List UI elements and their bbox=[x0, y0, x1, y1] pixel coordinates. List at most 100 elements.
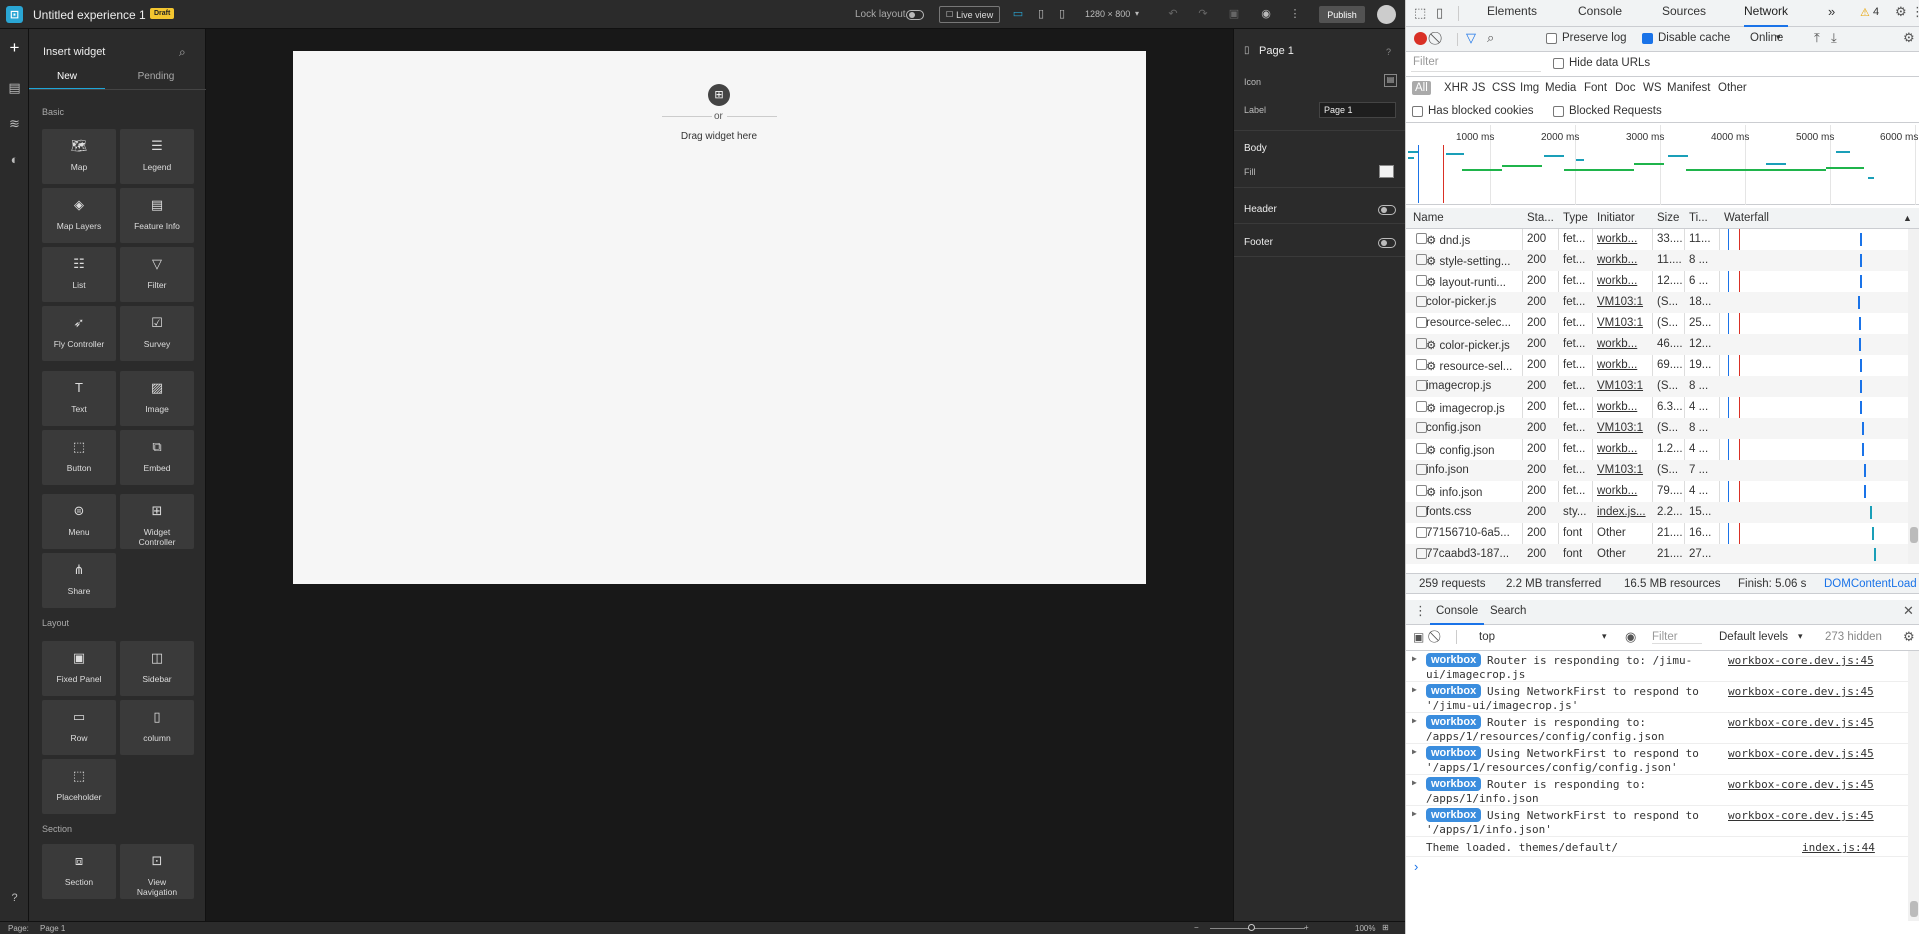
footer-toggle[interactable] bbox=[1378, 238, 1396, 248]
cell-initiator[interactable]: Other bbox=[1597, 548, 1651, 560]
col-size[interactable]: Size bbox=[1657, 212, 1679, 224]
more-icon[interactable]: ⋮ bbox=[1288, 7, 1302, 21]
widget-fly-controller[interactable]: ➶ Fly Controller bbox=[42, 306, 116, 361]
zoom-slider[interactable] bbox=[1210, 928, 1305, 929]
table-row[interactable]: ⚙ info.json 200 fet... workb... 79.... 4 ... bbox=[1406, 481, 1908, 502]
type-filter-css[interactable]: CSS bbox=[1492, 82, 1516, 94]
console-source-link[interactable]: workbox-core.dev.js:45 bbox=[1728, 778, 1874, 791]
col-status[interactable]: Sta... bbox=[1527, 212, 1554, 224]
console-message[interactable]: ▶ workbox Using NetworkFirst to respond to… bbox=[1406, 744, 1908, 775]
widget-text[interactable]: T Text bbox=[42, 371, 116, 426]
cell-initiator[interactable]: index.js... bbox=[1597, 506, 1651, 518]
tab-network[interactable]: Network bbox=[1744, 0, 1789, 27]
table-row[interactable]: 77caabd3-187... 200 font Other 21.... 27... bbox=[1406, 544, 1908, 564]
widget-image[interactable]: ▨ Image bbox=[120, 371, 194, 426]
zoom-in-icon[interactable]: + bbox=[1304, 923, 1309, 932]
console-scrollbar[interactable] bbox=[1908, 651, 1919, 921]
table-row[interactable]: color-picker.js 200 fet... VM103:1 (S... 18..… bbox=[1406, 292, 1908, 313]
table-row[interactable]: 77156710-6a5... 200 font Other 21.... 16... bbox=[1406, 523, 1908, 544]
cell-initiator[interactable]: workb... bbox=[1597, 485, 1651, 497]
console-source-link[interactable]: workbox-core.dev.js:45 bbox=[1728, 685, 1874, 698]
console-message[interactable]: ▶ workbox Router is responding to: /apps/1… bbox=[1406, 775, 1908, 806]
expand-arrow-icon[interactable]: ▶ bbox=[1412, 778, 1417, 787]
table-row[interactable]: ⚙ resource-sel... 200 fet... workb... 69....… bbox=[1406, 355, 1908, 376]
widget-list[interactable]: ☷ List bbox=[42, 247, 116, 302]
cell-initiator[interactable]: VM103:1 bbox=[1597, 464, 1651, 476]
desktop-icon[interactable]: ▭ bbox=[1011, 7, 1025, 21]
page-canvas[interactable]: ⊞ or Drag widget here bbox=[293, 51, 1146, 584]
console-message[interactable]: ▶ workbox Router is responding to: /apps/1… bbox=[1406, 713, 1908, 744]
cell-initiator[interactable]: workb... bbox=[1597, 254, 1651, 266]
col-initiator[interactable]: Initiator bbox=[1597, 212, 1635, 224]
table-row[interactable]: config.json 200 fet... VM103:1 (S... 8 ... bbox=[1406, 418, 1908, 439]
type-filter-doc[interactable]: Doc bbox=[1615, 82, 1635, 94]
console-source-link[interactable]: workbox-core.dev.js:45 bbox=[1728, 809, 1874, 822]
col-type[interactable]: Type bbox=[1563, 212, 1588, 224]
has-blocked-cookies-checkbox[interactable] bbox=[1412, 106, 1423, 117]
warning-icon[interactable]: ⚠ bbox=[1860, 6, 1870, 19]
data-icon[interactable]: ≋ bbox=[4, 113, 25, 134]
cell-initiator[interactable]: workb... bbox=[1597, 359, 1651, 371]
table-row[interactable]: ⚙ color-picker.js 200 fet... workb... 46....… bbox=[1406, 334, 1908, 355]
expand-arrow-icon[interactable]: ▶ bbox=[1412, 685, 1417, 694]
cell-initiator[interactable]: workb... bbox=[1597, 275, 1651, 287]
preview-icon[interactable]: ◉ bbox=[1259, 7, 1273, 21]
blocked-requests-checkbox[interactable] bbox=[1553, 106, 1564, 117]
more-options-icon[interactable]: ⋮ bbox=[1911, 4, 1919, 20]
type-filter-ws[interactable]: WS bbox=[1643, 82, 1662, 94]
type-filter-xhr[interactable]: XHR bbox=[1444, 82, 1468, 94]
widget-placeholder[interactable]: ⬚ Placeholder bbox=[42, 759, 116, 814]
hide-data-urls-checkbox[interactable] bbox=[1553, 58, 1564, 69]
insert-plus-icon[interactable]: + bbox=[4, 37, 25, 58]
cell-initiator[interactable]: VM103:1 bbox=[1597, 422, 1651, 434]
expand-arrow-icon[interactable]: ▶ bbox=[1412, 716, 1417, 725]
cell-initiator[interactable]: workb... bbox=[1597, 443, 1651, 455]
widget-survey[interactable]: ☑ Survey bbox=[120, 306, 194, 361]
header-toggle[interactable] bbox=[1378, 205, 1396, 215]
insert-widget-icon[interactable]: ⊞ bbox=[708, 84, 730, 106]
table-row[interactable]: ⚙ style-setting... 200 fet... workb... 11...… bbox=[1406, 250, 1908, 271]
table-row[interactable]: ⚙ config.json 200 fet... workb... 1.2... 4 ..… bbox=[1406, 439, 1908, 460]
disable-cache-checkbox[interactable] bbox=[1642, 33, 1653, 44]
undo-icon[interactable]: ↶ bbox=[1166, 7, 1180, 21]
widget-widget-controller[interactable]: ⊞ Widget Controller bbox=[120, 494, 194, 549]
zoom-slider-handle[interactable] bbox=[1248, 924, 1255, 931]
console-sidebar-icon[interactable]: ▣ bbox=[1413, 630, 1424, 644]
console-prompt[interactable]: › bbox=[1414, 859, 1418, 874]
console-source-link[interactable]: workbox-core.dev.js:45 bbox=[1728, 747, 1874, 760]
console-source-link[interactable]: workbox-core.dev.js:45 bbox=[1728, 654, 1874, 667]
publish-button[interactable]: Publish bbox=[1319, 6, 1365, 23]
lock-layout-toggle[interactable] bbox=[906, 10, 924, 20]
type-filter-media[interactable]: Media bbox=[1545, 82, 1576, 94]
widget-view-navigation[interactable]: ⊡ View Navigation bbox=[120, 844, 194, 899]
widget-row[interactable]: ▭ Row bbox=[42, 700, 116, 755]
record-icon[interactable] bbox=[1414, 32, 1427, 45]
type-filter-img[interactable]: Img bbox=[1520, 82, 1539, 94]
tab-console[interactable]: Console bbox=[1578, 0, 1622, 27]
fill-color-swatch[interactable] bbox=[1379, 165, 1394, 178]
console-filter-input[interactable]: Filter bbox=[1652, 631, 1702, 644]
table-row[interactable]: imagecrop.js 200 fet... VM103:1 (S... 8 ... bbox=[1406, 376, 1908, 397]
expand-arrow-icon[interactable]: ▶ bbox=[1412, 747, 1417, 756]
search-icon[interactable]: ⌕ bbox=[1487, 30, 1494, 46]
settings-icon[interactable]: ⚙ bbox=[1895, 4, 1907, 20]
import-icon[interactable]: ⤒ bbox=[1814, 30, 1820, 46]
more-tabs-icon[interactable]: » bbox=[1828, 4, 1835, 19]
widget-fixed-panel[interactable]: ▣ Fixed Panel bbox=[42, 641, 116, 696]
network-timeline-overview[interactable]: 1000 ms 2000 ms 3000 ms 4000 ms 5000 ms … bbox=[1406, 125, 1919, 205]
help-icon[interactable]: ? bbox=[4, 888, 25, 909]
live-view-button[interactable]: ☐ Live view bbox=[939, 6, 1001, 23]
widget-map[interactable]: 🗺 Map bbox=[42, 129, 116, 184]
type-filter-font[interactable]: Font bbox=[1584, 82, 1607, 94]
widget-filter[interactable]: ▽ Filter bbox=[120, 247, 194, 302]
widget-menu[interactable]: ⊜ Menu bbox=[42, 494, 116, 549]
sort-up-icon[interactable]: ▲ bbox=[1903, 213, 1912, 223]
widget-share[interactable]: ⋔ Share bbox=[42, 553, 116, 608]
console-message[interactable]: ▶ workbox Using NetworkFirst to respond to… bbox=[1406, 806, 1908, 837]
tab-new[interactable]: New bbox=[29, 71, 105, 90]
redo-icon[interactable]: ↷ bbox=[1196, 7, 1210, 21]
preserve-log-checkbox[interactable] bbox=[1546, 33, 1557, 44]
expand-arrow-icon[interactable]: ▶ bbox=[1412, 809, 1417, 818]
drawer-tab-search[interactable]: Search bbox=[1490, 605, 1526, 617]
export-icon[interactable]: ⤓ bbox=[1831, 30, 1837, 46]
